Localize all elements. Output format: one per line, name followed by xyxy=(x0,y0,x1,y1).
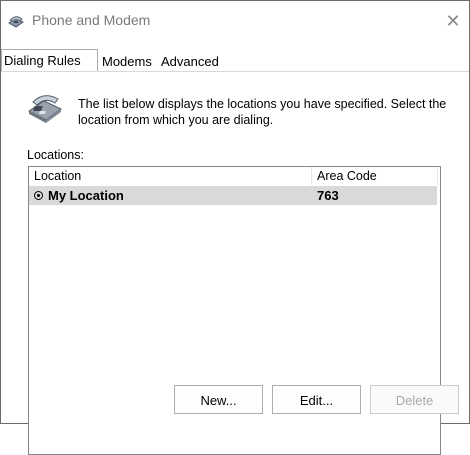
phone-and-modem-dialog: Phone and Modem ✕ Dialing Rules Modems A… xyxy=(0,0,470,455)
description-text: The list below displays the locations yo… xyxy=(78,97,447,127)
locations-label: Locations: xyxy=(27,148,84,162)
column-header-location[interactable]: Location xyxy=(29,167,312,185)
close-button[interactable]: ✕ xyxy=(441,9,465,33)
location-cell: My Location xyxy=(34,186,124,205)
window-title: Phone and Modem xyxy=(32,12,151,28)
title-bar[interactable]: Phone and Modem ✕ xyxy=(1,1,469,41)
list-header: Location Area Code xyxy=(29,167,440,185)
dialing-rules-panel: The list below displays the locations yo… xyxy=(1,72,469,455)
phone-modem-icon xyxy=(8,16,24,28)
area-code-cell: 763 xyxy=(317,188,339,203)
tab-advanced[interactable]: Advanced xyxy=(158,52,223,71)
edit-button[interactable]: Edit... xyxy=(272,385,361,414)
tab-strip: Dialing Rules Modems Advanced xyxy=(1,49,469,71)
radio-selected-icon xyxy=(34,191,43,200)
telephone-icon xyxy=(28,95,62,123)
location-name: My Location xyxy=(48,188,124,203)
table-row[interactable]: My Location 763 xyxy=(29,186,437,205)
column-header-area-code[interactable]: Area Code xyxy=(312,167,438,185)
tab-modems[interactable]: Modems xyxy=(99,52,157,71)
new-button[interactable]: New... xyxy=(174,385,263,414)
tab-dialing-rules[interactable]: Dialing Rules xyxy=(1,49,98,71)
close-icon: ✕ xyxy=(445,11,461,31)
delete-button[interactable]: Delete xyxy=(370,385,459,414)
